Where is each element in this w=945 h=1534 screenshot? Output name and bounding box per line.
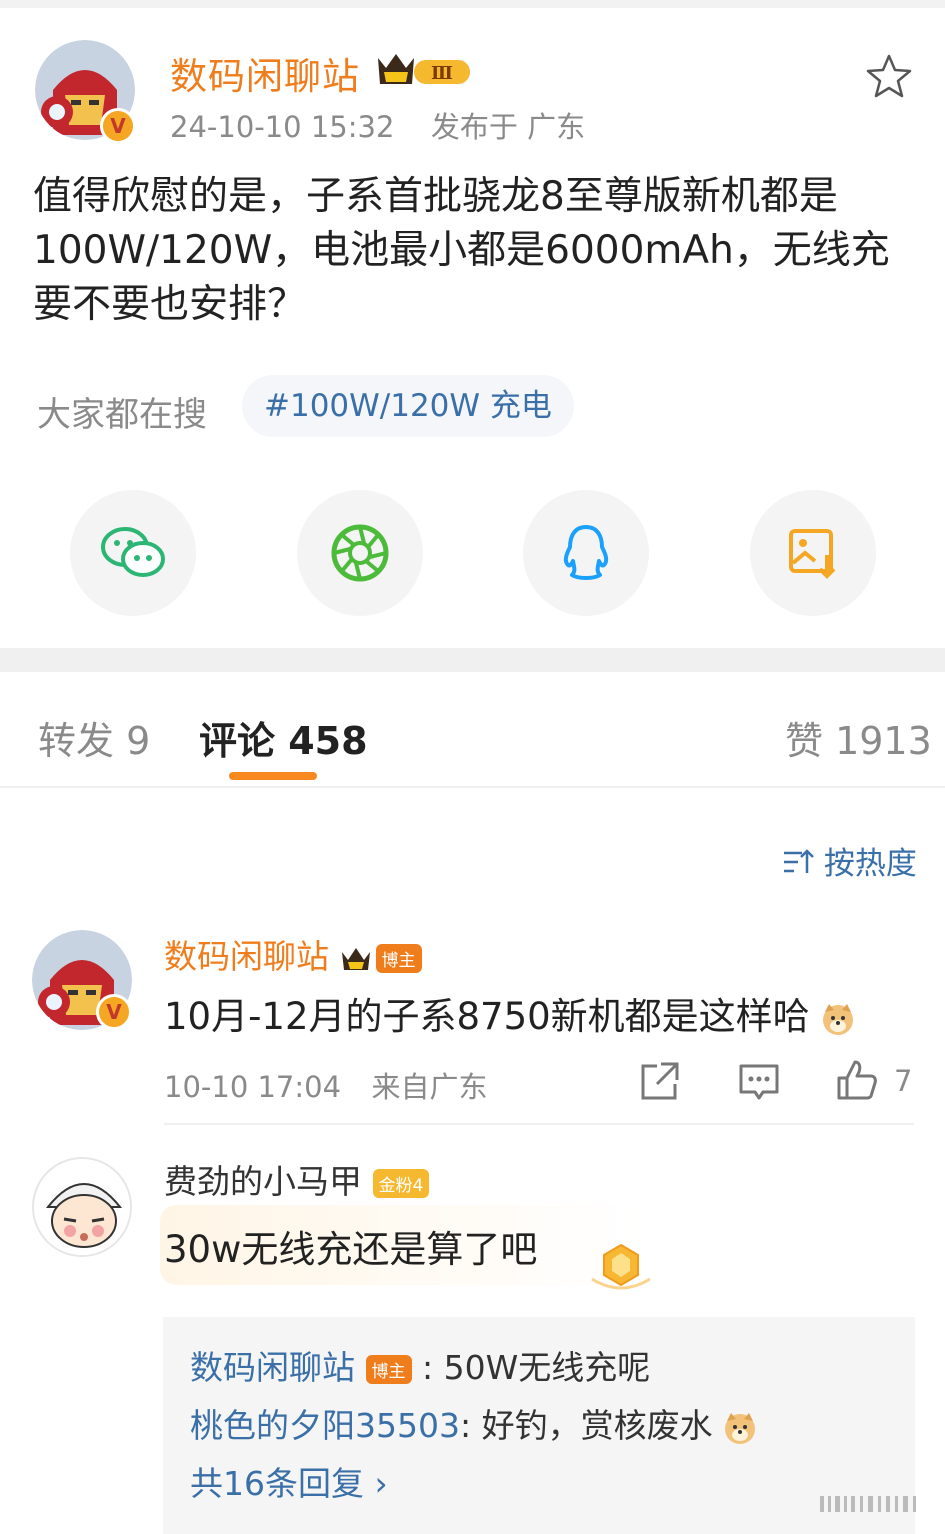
verified-badge: V [96, 994, 132, 1030]
comment-time: 10-10 17:04 [164, 1070, 342, 1104]
post-meta: 24-10-10 15:32 发布于 广东 [170, 104, 585, 146]
comment-location: 来自广东 [371, 1070, 488, 1104]
crown-icon [341, 947, 370, 970]
reply-line[interactable]: 桃色的夕阳35503: 好钓，赏核废水 [190, 1399, 757, 1447]
reply-author-badge: 博主 [365, 1355, 412, 1384]
share-wechat-button[interactable] [70, 490, 196, 616]
comment-author-name: 费劲的小马甲 [164, 1162, 362, 1201]
share-qq-button[interactable] [523, 490, 649, 616]
qq-icon [563, 525, 609, 580]
author-badge: 博主 [375, 944, 422, 973]
reply-line[interactable]: 数码闲聊站 博主 : 50W无线充呢 [190, 1341, 650, 1389]
watermark-logo [820, 1496, 916, 1512]
reply-icon[interactable] [737, 1060, 781, 1104]
share-icon[interactable] [637, 1060, 681, 1104]
save-image-icon [789, 529, 836, 579]
hot-search-chip[interactable]: #100W/120W 充电 [242, 375, 574, 437]
doge-emoji-icon [725, 1412, 756, 1444]
reply-text: : 50W无线充呢 [422, 1348, 651, 1387]
comment-meta: 10-10 17:04 来自广东 [164, 1064, 488, 1106]
tab-likes[interactable]: 赞 1913 [785, 710, 932, 765]
active-tab-indicator [229, 772, 317, 780]
moments-icon [331, 524, 389, 582]
wechat-icon [101, 527, 165, 577]
comment-divider [164, 1123, 914, 1125]
sort-button[interactable]: 按热度 [782, 838, 917, 883]
tab-bar: 转发 9 评论 458 赞 1913 [0, 672, 945, 788]
post-time: 24-10-10 15:32 [170, 110, 395, 144]
sort-label: 按热度 [823, 846, 917, 882]
comment-author[interactable]: 费劲的小马甲 金粉4 [164, 1155, 430, 1203]
comment-item: V 数码闲聊站 博主 10月-12月的子系8750新机都是这样哈 10-10 1… [0, 930, 945, 1120]
doge-emoji-icon [823, 1003, 854, 1035]
author-name[interactable]: 数码闲聊站 [170, 46, 360, 100]
top-edge [0, 0, 945, 8]
view-all-replies-link[interactable]: 共16条回复 › [190, 1457, 388, 1505]
section-separator [0, 648, 945, 672]
hot-search-row: 大家都在搜 #100W/120W 充电 [37, 375, 917, 437]
sort-icon [784, 849, 814, 873]
comment-body: 10月-12月的子系8750新机都是这样哈 [164, 995, 810, 1038]
like-count: 7 [894, 1064, 913, 1098]
save-image-button[interactable] [750, 490, 876, 616]
crown-level-badge: Ⅲ [378, 54, 470, 84]
favorite-star-icon[interactable] [864, 52, 914, 102]
share-row [0, 490, 945, 616]
fan-badge: 金粉4 [372, 1169, 430, 1198]
comment-item: 费劲的小马甲 金粉4 30w无线充还是算了吧 [0, 1155, 945, 1305]
comment-text: 10月-12月的子系8750新机都是这样哈 [164, 986, 855, 1040]
level-text: Ⅲ [431, 63, 453, 84]
comment-avatar[interactable] [32, 1157, 132, 1257]
comment-author-name: 数码闲聊站 [164, 937, 329, 976]
like-icon[interactable] [835, 1058, 879, 1102]
post-header: V 数码闲聊站 Ⅲ 24-10-10 15:32 发布于 广东 [0, 40, 945, 150]
reply-user[interactable]: 桃色的夕阳35503 [190, 1406, 460, 1445]
comment-author[interactable]: 数码闲聊站 博主 [164, 930, 422, 978]
gold-gem-icon [591, 1243, 651, 1290]
comment-body: 30w无线充还是算了吧 [164, 1228, 538, 1271]
verified-badge: V [100, 108, 136, 144]
post-location: 发布于 广东 [430, 110, 586, 144]
post-text: 值得欣慰的是，子系首批骁龙8至尊版新机都是100W/120W，电池最小都是600… [33, 174, 890, 327]
tab-comments[interactable]: 评论 458 [199, 710, 368, 765]
reply-text: : 好钓，赏核废水 [459, 1406, 713, 1445]
replies-box: 数码闲聊站 博主 : 50W无线充呢 桃色的夕阳35503: 好钓，赏核废水 共… [163, 1317, 915, 1534]
tab-repost[interactable]: 转发 9 [38, 710, 150, 765]
hot-search-label: 大家都在搜 [37, 395, 207, 435]
share-moments-button[interactable] [297, 490, 423, 616]
reply-user[interactable]: 数码闲聊站 [190, 1348, 355, 1387]
